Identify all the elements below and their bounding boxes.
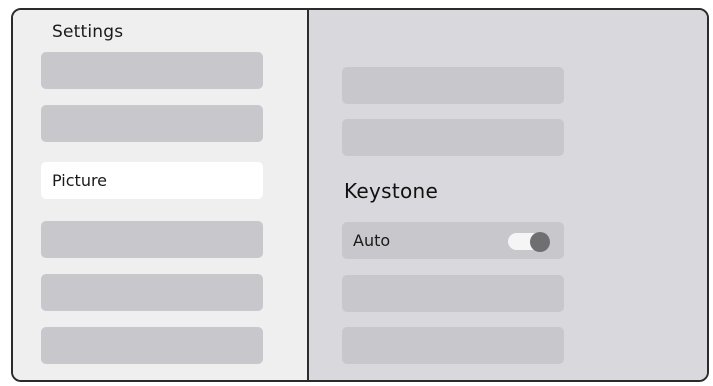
panel-option-4[interactable] xyxy=(342,327,564,364)
sidebar-item-4[interactable] xyxy=(41,221,263,258)
sidebar-item-label: Picture xyxy=(52,171,108,190)
keystone-auto-row[interactable]: Auto xyxy=(342,222,564,259)
sidebar-item-5[interactable] xyxy=(41,274,263,311)
sidebar-item-6[interactable] xyxy=(41,327,263,364)
panel-option-3[interactable] xyxy=(342,275,564,312)
panel-option-1[interactable] xyxy=(342,67,564,104)
sidebar-item-1[interactable] xyxy=(41,52,263,89)
sidebar-item-picture[interactable]: Picture xyxy=(41,162,263,199)
keystone-auto-toggle[interactable] xyxy=(508,232,550,252)
sidebar-item-2[interactable] xyxy=(41,105,263,142)
toggle-knob xyxy=(530,232,550,252)
panel-option-2[interactable] xyxy=(342,119,564,156)
keystone-auto-label: Auto xyxy=(353,231,391,250)
keystone-heading: Keystone xyxy=(344,179,439,203)
settings-window: Settings Picture Keystone Auto xyxy=(11,8,709,382)
sidebar-title: Settings xyxy=(52,22,124,42)
settings-sidebar: Settings Picture xyxy=(13,10,309,380)
picture-settings-panel: Keystone Auto xyxy=(309,10,707,380)
